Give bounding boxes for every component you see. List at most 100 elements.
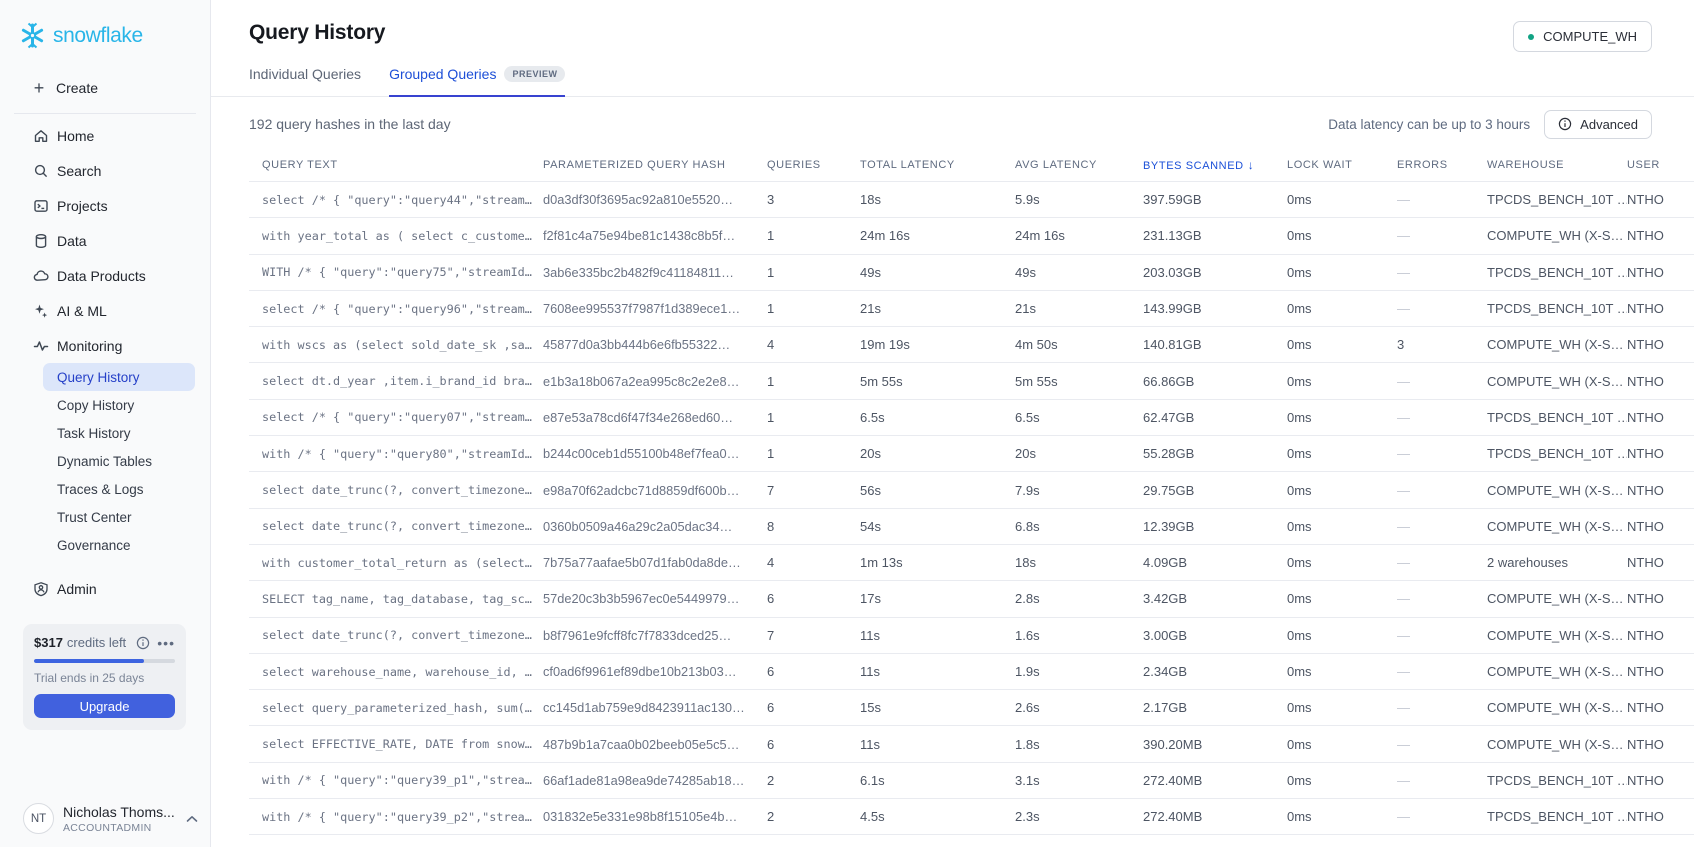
column-header-errors[interactable]: ERRORS: [1397, 159, 1487, 171]
sparkles-icon: [33, 303, 49, 319]
column-header-user[interactable]: USER: [1627, 159, 1694, 171]
create-button[interactable]: + Create: [0, 73, 210, 103]
table-row[interactable]: select date_trunc(?, convert_timezone… b8…: [249, 618, 1694, 654]
table-row[interactable]: select warehouse_name, warehouse_id, … cf…: [249, 654, 1694, 691]
table-row[interactable]: select dt.d_year ,item.i_brand_id bra… e1…: [249, 363, 1694, 400]
advanced-filters-button[interactable]: Advanced: [1544, 109, 1652, 139]
cell-errors: —: [1397, 301, 1410, 317]
sidebar-item-copy-history[interactable]: Copy History: [0, 391, 210, 419]
sidebar-item-data[interactable]: Data: [0, 223, 210, 258]
table-row[interactable]: with year_total as ( select c_custome… f2…: [249, 218, 1694, 255]
table-row[interactable]: select /* { "query":"query44","stream… d0…: [249, 182, 1694, 219]
cell-bytes: 29.75GB: [1143, 482, 1195, 498]
table-row[interactable]: WITH /* { "query":"query75","streamId… 3a…: [249, 255, 1694, 291]
cell-avg: 1.6s: [1015, 627, 1040, 643]
cell-total: 5m 55s: [860, 373, 903, 389]
cell-hash: 57de20c3b3b5967ec0e5449979…: [543, 591, 740, 607]
cell-bytes: 2.17GB: [1143, 700, 1188, 716]
sub-item-label: Query History: [57, 369, 140, 385]
app-window: snowflake + Create Home Search Projects: [0, 0, 1694, 847]
table-row[interactable]: with /* { "query":"query39_p1","strea… 66…: [249, 763, 1694, 800]
cell-user: NTHO: [1627, 518, 1664, 534]
cell-queries: 7: [767, 482, 775, 498]
sidebar-item-dynamic-tables[interactable]: Dynamic Tables: [0, 447, 210, 475]
sidebar-item-monitoring[interactable]: Monitoring: [0, 328, 210, 363]
table-row[interactable]: with /* { "query":"query80","streamId… b2…: [249, 436, 1694, 473]
sidebar-item-task-history[interactable]: Task History: [0, 419, 210, 447]
cell-errors: 3: [1397, 337, 1405, 353]
cell-avg: 49s: [1015, 264, 1036, 280]
cell-wh: TPCDS_BENCH_10T …: [1487, 809, 1627, 825]
result-count-text: 192 query hashes in the last day: [249, 116, 451, 132]
tab-individual-queries[interactable]: Individual Queries: [249, 66, 361, 97]
cell-avg: 6.8s: [1015, 518, 1040, 534]
sidebar-item-home[interactable]: Home: [0, 118, 210, 153]
column-header-queries[interactable]: QUERIES: [767, 159, 860, 171]
sidebar-item-governance[interactable]: Governance: [0, 531, 210, 559]
sidebar: snowflake + Create Home Search Projects: [0, 0, 211, 847]
preview-badge: PREVIEW: [504, 66, 566, 82]
admin-icon: [33, 581, 49, 597]
cell-total: 21s: [860, 301, 881, 317]
sidebar-item-projects[interactable]: Projects: [0, 188, 210, 223]
cell-wh: 2 warehouses: [1487, 555, 1568, 571]
table-row[interactable]: select /* { "query":"query07","stream… e8…: [249, 400, 1694, 437]
table-row[interactable]: select date_trunc(?, convert_timezone… 03…: [249, 509, 1694, 545]
cell-avg: 5.9s: [1015, 192, 1040, 208]
sidebar-item-label: Projects: [57, 197, 108, 214]
cell-user: NTHO: [1627, 482, 1664, 498]
column-header-bytes[interactable]: BYTES SCANNED ↓: [1143, 158, 1287, 172]
cell-query: select date_trunc(?, convert_timezone…: [262, 519, 532, 534]
column-header-hash[interactable]: PARAMETERIZED QUERY HASH: [543, 159, 767, 171]
sidebar-item-ai-ml[interactable]: AI & ML: [0, 293, 210, 328]
column-header-lock[interactable]: LOCK WAIT: [1287, 159, 1397, 171]
cell-lock: 0ms: [1287, 518, 1312, 534]
table-row[interactable]: select EFFECTIVE_RATE, DATE from snow… 48…: [249, 726, 1694, 763]
cell-bytes: 66.86GB: [1143, 373, 1195, 389]
cell-query: select dt.d_year ,item.i_brand_id bra…: [262, 374, 532, 389]
table-row[interactable]: with customer_total_return as (select… 7b…: [249, 545, 1694, 582]
column-header-avg[interactable]: AVG LATENCY: [1015, 159, 1143, 171]
upgrade-button[interactable]: Upgrade: [34, 694, 175, 718]
cell-lock: 0ms: [1287, 192, 1312, 208]
column-header-query[interactable]: QUERY TEXT: [249, 159, 543, 171]
cell-lock: 0ms: [1287, 772, 1312, 788]
cell-hash: d0a3df30f3695ac92a810e5520…: [543, 192, 733, 208]
sidebar-item-data-products[interactable]: Data Products: [0, 258, 210, 293]
advanced-label: Advanced: [1580, 116, 1638, 132]
cell-errors: —: [1397, 664, 1410, 679]
sidebar-item-trust-center[interactable]: Trust Center: [0, 503, 210, 531]
snowflake-logo[interactable]: snowflake: [0, 0, 210, 49]
cell-total: 4.5s: [860, 809, 885, 825]
sub-item-label: Traces & Logs: [57, 481, 144, 497]
column-header-wh[interactable]: WAREHOUSE: [1487, 159, 1627, 171]
cell-wh: COMPUTE_WH (X-S…: [1487, 664, 1624, 679]
cell-avg: 5m 55s: [1015, 373, 1058, 389]
table-row[interactable]: select date_trunc(?, convert_timezone… e9…: [249, 472, 1694, 509]
cell-bytes: 2.34GB: [1143, 664, 1188, 679]
table-row[interactable]: SELECT tag_name, tag_database, tag_sc… 57…: [249, 581, 1694, 618]
cell-query: select /* { "query":"query96","stream…: [262, 301, 532, 316]
cell-total: 54s: [860, 518, 881, 534]
info-icon[interactable]: [136, 636, 150, 650]
table-row[interactable]: select /* { "query":"query96","stream… 76…: [249, 291, 1694, 328]
cell-query: with /* { "query":"query39_p2","strea…: [262, 809, 532, 824]
sidebar-item-traces-logs[interactable]: Traces & Logs: [0, 475, 210, 503]
sidebar-item-query-history[interactable]: Query History: [43, 363, 195, 391]
sidebar-item-admin[interactable]: Admin: [0, 571, 210, 606]
table-row[interactable]: with /* { "query":"query39_p2","strea… 03…: [249, 799, 1694, 836]
search-icon: [33, 163, 49, 179]
warehouse-selector-button[interactable]: COMPUTE_WH: [1513, 21, 1652, 52]
cell-user: NTHO: [1627, 555, 1664, 571]
sidebar-item-search[interactable]: Search: [0, 153, 210, 188]
table-row[interactable]: with wscs as (select sold_date_sk ,sa… 45…: [249, 327, 1694, 364]
tab-grouped-queries[interactable]: Grouped Queries PREVIEW: [389, 66, 566, 97]
cell-lock: 0ms: [1287, 373, 1312, 389]
cell-query: with wscs as (select sold_date_sk ,sa…: [262, 337, 532, 352]
column-header-total[interactable]: TOTAL LATENCY: [860, 159, 1015, 171]
credits-amount: $317: [34, 635, 63, 650]
cell-wh: COMPUTE_WH (X-S…: [1487, 591, 1624, 607]
more-options-icon[interactable]: •••: [157, 636, 175, 650]
table-row[interactable]: select query_parameterized_hash, sum(… cc…: [249, 690, 1694, 727]
user-menu[interactable]: NT Nicholas Thoms... ACCOUNTADMIN: [23, 803, 198, 834]
